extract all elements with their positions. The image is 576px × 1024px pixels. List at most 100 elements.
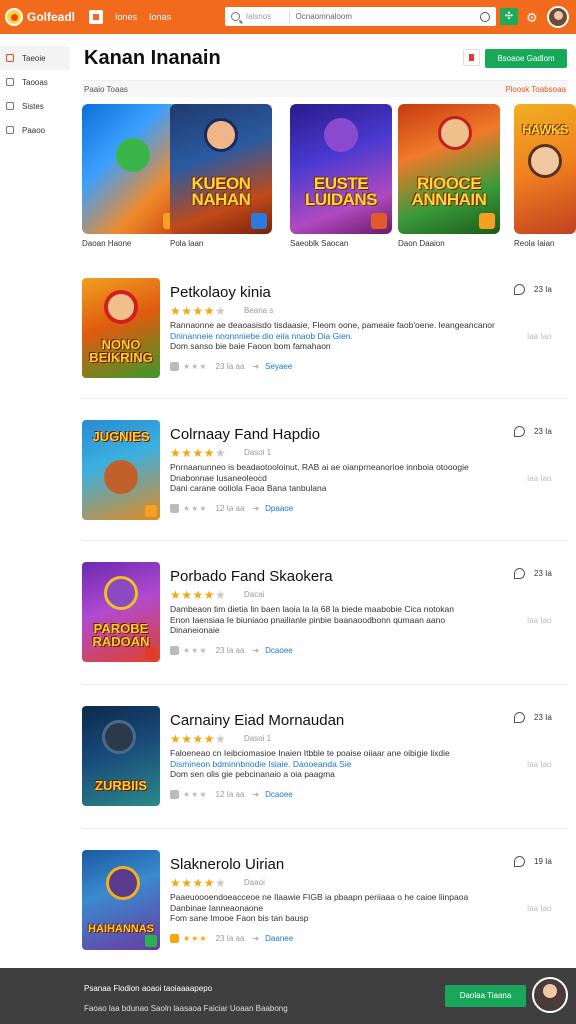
logo-text: Golfeadl [27,10,76,24]
list-item[interactable]: PAROBE RADOAN Porbado Fand Skaokera ★★★★… [82,552,568,670]
tab-popular[interactable]: Paaio Toaas [84,85,128,94]
home-icon[interactable] [89,10,104,24]
featured-card[interactable]: KUEON NAHAN Pola laan [170,104,272,248]
search-input[interactable] [295,12,481,21]
game-description: Faloeneao cn Ieibciomasioe Inaien Itbble… [170,748,450,779]
game-thumbnail[interactable]: NONO BEIKRING [82,278,160,378]
tab-see-all[interactable]: Ploosk Toabsoaa [505,85,566,94]
logo-icon [5,8,23,26]
list-icon [6,102,14,110]
thumbs-up-icon[interactable] [170,790,179,799]
mini-stars: ★★★ [183,362,208,371]
sidebar-item-lists[interactable]: Sistes [0,94,70,118]
list-item[interactable]: NONO BEIKRING Petkolaoy kinia ★★★★★ Bean… [82,268,568,386]
badge-icon [145,935,157,947]
character-art [528,144,562,178]
sidebar-item-games[interactable]: Taooas [0,70,70,94]
card-label: Daon Daaion [398,239,445,248]
character-art [116,138,150,172]
thumbnail-title: JUGNIES [92,429,150,444]
mini-stars: ★★★ [183,504,208,513]
thumbnail-title: ZURBIIS [95,778,147,793]
game-title[interactable]: Colrnaay Fand Hapdio [170,426,320,443]
primary-action-button[interactable]: Bsoaoe Gadlom [485,49,567,68]
game-title[interactable]: Slaknerolo Uirian [170,856,284,873]
sidebar-item-home[interactable]: Taeoie [0,46,70,70]
avatar[interactable] [532,977,568,1013]
arrow-icon: ➜ [252,790,260,799]
avatar[interactable] [547,6,569,28]
edit-icon[interactable] [514,712,525,723]
game-art-title: KUEON NAHAN [191,174,251,209]
edit-icon[interactable] [514,284,525,295]
search-category[interactable]: Iaisnos [246,12,289,21]
list-item[interactable]: ZURBIIS Carnainy Eiad Mornaudan ★★★★★ Da… [82,696,568,814]
play-link[interactable]: Seyaee [265,362,292,371]
arrow-icon: ➜ [252,504,260,513]
rating-count: Beana s [244,306,274,315]
star-rating: ★★★★★ [170,732,227,746]
game-thumbnail[interactable]: HAIHANNAS [82,850,160,950]
edit-icon[interactable] [514,856,525,867]
star-rating: ★★★★★ [170,304,227,318]
review-count: 12 Ia aa [215,504,245,513]
game-thumbnail[interactable]: PAROBE RADOAN [82,562,160,662]
play-count: 23 Ia [534,713,552,722]
nav-link-1[interactable]: Iones [115,12,137,22]
featured-card[interactable]: RIOOCE ANNHAIN Daon Daaion [398,104,500,248]
footer-action-button[interactable]: Daolaa Tiaana [445,985,526,1007]
search-divider [288,10,290,23]
side-meta: Iaa Iao [527,474,552,483]
thumbs-up-icon[interactable] [170,934,179,943]
arrow-icon: ➜ [252,362,260,371]
thumbs-up-icon[interactable] [170,362,179,371]
featured-card[interactable]: EUSTE LUIDANS Saeoblk Saocan [290,104,392,248]
search-submit-icon[interactable] [480,11,490,22]
play-link[interactable]: Dpaaoe [265,504,293,513]
play-link[interactable]: Dcaoee [265,790,293,799]
search-bar[interactable]: Iaisnos [225,7,496,26]
game-art-title: EUSTE LUIDANS [304,174,378,209]
badge-icon [371,213,387,229]
game-thumbnail[interactable]: JUGNIES [82,420,160,520]
thumbnail-title: NONO BEIKRING [89,337,153,365]
clock-icon [6,126,14,134]
grid-icon[interactable]: ✣ [500,8,518,25]
sidebar-item-label: Sistes [22,101,44,111]
play-link[interactable]: Dcaoee [265,646,293,655]
side-meta: Iaa Iao [527,904,552,913]
divider [82,540,568,541]
game-meta: ★★★ 23 Ia aa ➜ Daanee [170,934,293,943]
app-logo[interactable]: Golfeadl [5,8,75,26]
game-art [82,104,184,234]
featured-card[interactable]: Daoan Haone [82,104,184,248]
game-thumbnail[interactable]: ZURBIIS [82,706,160,806]
bottom-bar: Psanaa Flodion aoaoi taoiaaaapepo Faoao … [0,968,576,1024]
featured-card[interactable]: HAWKS Reola Iaian [514,104,576,248]
footer-links[interactable]: Faoao laa bdunao Saoln laasaoa Faiciar U… [84,1004,288,1013]
edit-icon[interactable] [514,426,525,437]
list-item[interactable]: JUGNIES Colrnaay Fand Hapdio ★★★★★ Dasoi… [82,410,568,528]
divider [82,684,568,685]
rating-count: Dasoi 1 [244,448,272,457]
badge-icon [479,213,495,229]
sidebar-item-recent[interactable]: Paaoo [0,118,70,142]
gamepad-icon [6,78,14,86]
thumbs-up-icon[interactable] [170,504,179,513]
game-title[interactable]: Carnainy Eiad Mornaudan [170,712,344,729]
search-icon [231,12,240,21]
game-title[interactable]: Petkolaoy kinia [170,284,271,301]
edit-icon[interactable] [514,568,525,579]
game-description: Rannaonne ae deaoasisdo tisdaasie, Fleom… [170,320,495,351]
game-art-title: RIOOCE ANNHAIN [411,174,487,209]
play-count: 19 Ia [534,857,552,866]
thumbs-up-icon[interactable] [170,646,179,655]
game-title[interactable]: Porbado Fand Skaokera [170,568,333,585]
flag-icon[interactable] [463,49,480,66]
settings-icon[interactable]: ⚙ [526,10,538,26]
play-link[interactable]: Daanee [265,934,293,943]
nav-link-2[interactable]: Ionas [149,12,171,22]
game-description: Pnrnaanunneo is beadaotooloinut, RAB ai … [170,462,469,493]
divider [82,398,568,399]
list-item[interactable]: HAIHANNAS Slaknerolo Uirian ★★★★★ Daaoi … [82,840,568,958]
